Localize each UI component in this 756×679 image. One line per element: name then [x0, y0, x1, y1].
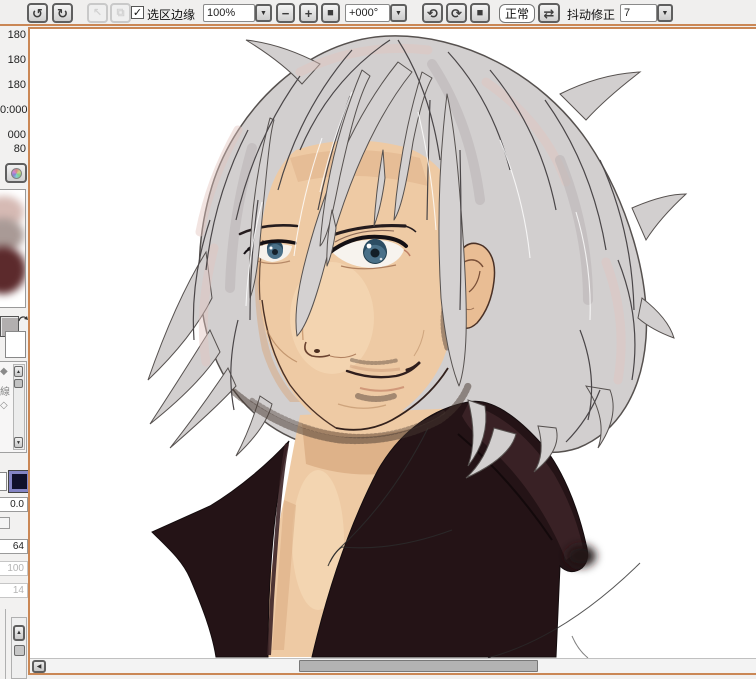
arrow-left-icon: ◀ [36, 664, 42, 670]
color-wheel-icon [10, 167, 22, 179]
panel-scrollbar: ▲ [11, 617, 27, 679]
zoom-select[interactable]: 100% [203, 4, 255, 22]
tool-icon[interactable]: ◇ [0, 400, 8, 411]
angle-select[interactable]: +000° [345, 4, 390, 22]
check-icon: ✓ [132, 7, 143, 19]
top-toolbar: ↺ ↻ ↖ ⧉ ✓ 选区边缘 100% ▼ − + ■ +000° ▼ ⟲ ⟳ … [0, 0, 756, 26]
zoom-out-button[interactable]: − [276, 3, 295, 23]
redo-button[interactable]: ↻ [52, 3, 73, 23]
canvas-area: ◀ [28, 27, 756, 675]
selection-target-button: ⧉ [110, 3, 131, 23]
selection-target-icon: ⧉ [116, 6, 125, 19]
background-color-swatch[interactable] [5, 331, 26, 358]
undo-button[interactable]: ↺ [27, 3, 48, 23]
horizontal-scrollbar: ◀ [30, 658, 756, 673]
square-icon: ■ [476, 6, 484, 19]
brush-param-field-1[interactable]: 0.0 [0, 497, 28, 512]
secondary-color-swatch[interactable] [0, 472, 7, 491]
current-color-fill [9, 471, 30, 492]
brush-param-partial-box [0, 517, 10, 529]
tool-list-panel: ◆ 線 ◇ ▲ ▼ [0, 361, 27, 453]
undo-icon: ↺ [32, 5, 43, 21]
rotate-cw-icon: ⟳ [451, 5, 462, 21]
deselect-button: ↖ [87, 3, 108, 23]
panel-value: 180 [7, 54, 26, 66]
panel-value: 180 [7, 29, 26, 41]
flip-horizontal-icon: ⇄ [543, 5, 555, 21]
selection-edge-checkbox[interactable]: ✓ [131, 6, 144, 19]
canvas-artwork[interactable] [30, 29, 756, 658]
tool-list-scrollbar: ▲ ▼ [13, 364, 25, 450]
chevron-down-icon: ▼ [260, 9, 267, 17]
tool-icon[interactable]: 線 [0, 383, 10, 398]
left-panel-strip: 180 180 180 0:000 000 80 ◆ 線 ◇ ▲ ▼ 0.0 6… [0, 26, 31, 679]
panel-value: 0:000 [0, 104, 28, 116]
redo-icon: ↻ [57, 5, 68, 21]
stabilizer-select[interactable]: 7 [620, 4, 657, 22]
rotate-reset-button[interactable]: ■ [470, 3, 490, 23]
scroll-left-button[interactable]: ◀ [32, 660, 46, 673]
rotate-cw-button[interactable]: ⟳ [446, 3, 467, 23]
chevron-down-icon: ▼ [661, 9, 669, 17]
arrow-up-icon: ▲ [16, 368, 21, 375]
navigator-coat-blob [0, 246, 25, 294]
navigator-thumbnail[interactable] [0, 189, 26, 308]
brush-param-field-2[interactable]: 64 [0, 539, 28, 554]
scrollbar-thumb[interactable] [14, 645, 25, 656]
arrow-up-icon: ▲ [16, 630, 22, 636]
panel-value: 000 [7, 129, 26, 141]
selection-edge-label: 选区边缘 [147, 8, 196, 22]
horizontal-scrollbar-thumb[interactable] [299, 660, 538, 672]
stabilizer-label: 抖动修正 [567, 8, 616, 22]
angle-select-arrow[interactable]: ▼ [390, 4, 407, 22]
rotate-ccw-icon: ⟲ [427, 5, 438, 21]
rotate-ccw-button[interactable]: ⟲ [422, 3, 443, 23]
brush-param-field-4: 14 [0, 583, 28, 598]
chevron-down-icon: ▼ [395, 9, 402, 17]
arrow-down-icon: ▼ [16, 439, 21, 446]
brush-param-field-3: 100 [0, 561, 28, 576]
scroll-down-button[interactable]: ▼ [14, 437, 23, 448]
scroll-up-button[interactable]: ▲ [14, 366, 23, 377]
flip-canvas-button[interactable]: ⇄ [538, 3, 560, 23]
panel-value: 180 [7, 79, 26, 91]
paint-app-window: ↺ ↻ ↖ ⧉ ✓ 选区边缘 100% ▼ − + ■ +000° ▼ ⟲ ⟳ … [0, 0, 756, 679]
blend-mode-button[interactable]: 正常 [499, 4, 535, 23]
zoom-in-button[interactable]: + [299, 3, 318, 23]
zoom-select-arrow[interactable]: ▼ [255, 4, 272, 22]
scroll-up-button[interactable]: ▲ [13, 625, 25, 641]
minus-icon: − [281, 5, 290, 21]
tool-icon[interactable]: ◆ [0, 366, 8, 377]
plus-icon: + [304, 5, 313, 21]
scrollbar-thumb[interactable] [14, 379, 23, 388]
deselect-icon: ↖ [92, 6, 103, 19]
panel-divider [5, 609, 6, 679]
color-wheel-button[interactable] [5, 163, 27, 183]
zoom-reset-button[interactable]: ■ [321, 3, 340, 23]
stabilizer-select-arrow[interactable]: ▼ [657, 4, 673, 22]
panel-value: 80 [13, 143, 26, 155]
square-icon: ■ [327, 6, 334, 19]
